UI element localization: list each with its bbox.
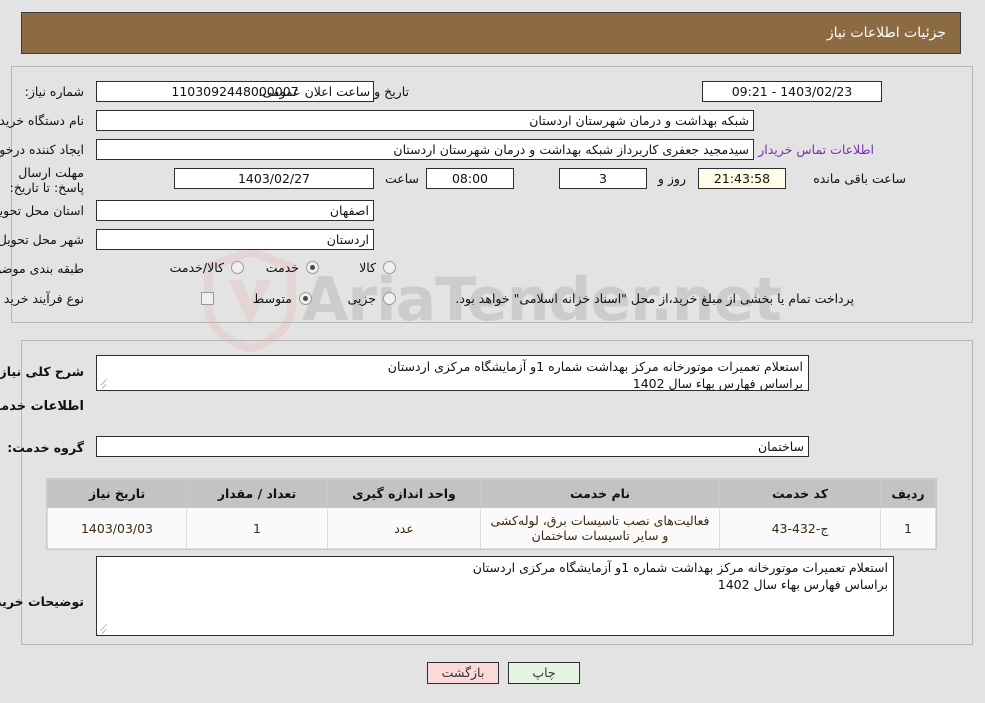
col-unit: واحد اندازه گیری (328, 479, 482, 508)
col-code: کد خدمت (720, 479, 882, 508)
back-button[interactable]: بازگشت (428, 662, 500, 684)
services-heading: اطلاعات خدمات مورد نیاز (0, 399, 85, 414)
cell-qty: 1 (187, 507, 329, 549)
radio-category-khedmat-label[interactable]: خدمت (267, 260, 300, 275)
deadline-date-field: 1403/02/27 (175, 168, 375, 189)
cell-name: فعالیت‌های نصب تاسیسات برق، لوله‌کشی و س… (481, 507, 721, 549)
announce-label: تاریخ و ساعت اعلان عمومی: (259, 84, 410, 99)
service-group-label: گروه خدمت: (8, 440, 85, 455)
province-label: استان محل تحویل: (0, 203, 85, 218)
resize-grip-icon[interactable] (100, 623, 110, 634)
cell-date: 1403/03/03 (48, 507, 188, 549)
resize-grip-icon[interactable] (100, 378, 110, 389)
days-label: روز و (658, 171, 687, 186)
radio-process-jozei-label[interactable]: جزیی (348, 291, 377, 306)
radio-category-kala-khedmat[interactable] (232, 261, 245, 274)
buyer-contact-link[interactable]: اطلاعات تماس خریدار (759, 142, 875, 157)
treasury-docs-checkbox[interactable] (202, 292, 215, 305)
page-title: جزئیات اطلاعات نیاز (827, 25, 947, 41)
city-label: شهر محل تحویل: (0, 232, 85, 247)
treasury-docs-text: پرداخت تمام یا بخشی از مبلغ خرید،از محل … (456, 291, 855, 306)
radio-process-motevaset-label[interactable]: متوسط (254, 291, 293, 306)
creator-field: سیدمجید جعفری کاربرداز شبکه بهداشت و درم… (97, 139, 755, 160)
radio-category-khedmat[interactable] (307, 261, 320, 274)
col-date: تاریخ نیاز (48, 479, 188, 508)
radio-category-kala[interactable] (384, 261, 397, 274)
deadline-time-field: 08:00 (427, 168, 515, 189)
radio-process-jozei[interactable] (384, 292, 397, 305)
page-header-bar: جزئیات اطلاعات نیاز (22, 12, 962, 54)
province-field: اصفهان (97, 200, 375, 221)
radio-process-motevaset[interactable] (300, 292, 313, 305)
cell-radif: 1 (881, 507, 937, 549)
cell-code: ج-432-43 (720, 507, 882, 549)
buyer-org-label: نام دستگاه خریدار: (0, 113, 85, 128)
col-qty: تعداد / مقدار (187, 479, 329, 508)
table-row: 1 ج-432-43 فعالیت‌های نصب تاسیسات برق، ل… (48, 507, 937, 549)
need-number-label: شماره نیاز: (25, 84, 85, 99)
col-radif: ردیف (881, 479, 937, 508)
countdown-label: ساعت باقی مانده (814, 171, 907, 186)
deadline-label: مهلت ارسال پاسخ: تا تاریخ: (10, 165, 85, 195)
summary-textarea[interactable]: استعلام تعمیرات موتورخانه مرکز بهداشت شم… (97, 355, 810, 391)
page-root: AriaTender.net جزئیات اطلاعات نیاز شماره… (0, 0, 985, 703)
col-name: نام خدمت (481, 479, 721, 508)
print-button[interactable]: چاپ (509, 662, 581, 684)
category-label: طبقه بندی موضوعی: (0, 261, 85, 276)
table-header-row: ردیف کد خدمت نام خدمت واحد اندازه گیری ت… (48, 479, 937, 508)
services-table-wrapper: ردیف کد خدمت نام خدمت واحد اندازه گیری ت… (47, 478, 938, 550)
cell-unit: عدد (328, 507, 482, 549)
hour-label: ساعت (385, 171, 420, 186)
remaining-days-field: 3 (560, 168, 648, 189)
countdown-field: 21:43:58 (699, 168, 787, 189)
radio-category-kala-khedmat-label[interactable]: کالا/خدمت (171, 260, 225, 275)
radio-category-kala-label[interactable]: کالا (360, 260, 377, 275)
summary-label: شرح کلی نیاز: (0, 364, 85, 379)
buyer-notes-label: توضیحات خریدار: (0, 594, 85, 609)
service-group-field: ساختمان (97, 436, 810, 457)
buyer-notes-textarea[interactable]: استعلام تعمیرات موتورخانه مرکز بهداشت شم… (97, 556, 895, 636)
services-table: ردیف کد خدمت نام خدمت واحد اندازه گیری ت… (48, 479, 937, 549)
process-label: نوع فرآیند خرید : (0, 291, 85, 306)
buyer-org-field: شبکه بهداشت و درمان شهرستان اردستان (97, 110, 755, 131)
need-info-panel (12, 66, 974, 323)
creator-label: ایجاد کننده درخواست: (0, 142, 85, 157)
announce-date-field: 1403/02/23 - 09:21 (703, 81, 883, 102)
city-field: اردستان (97, 229, 375, 250)
